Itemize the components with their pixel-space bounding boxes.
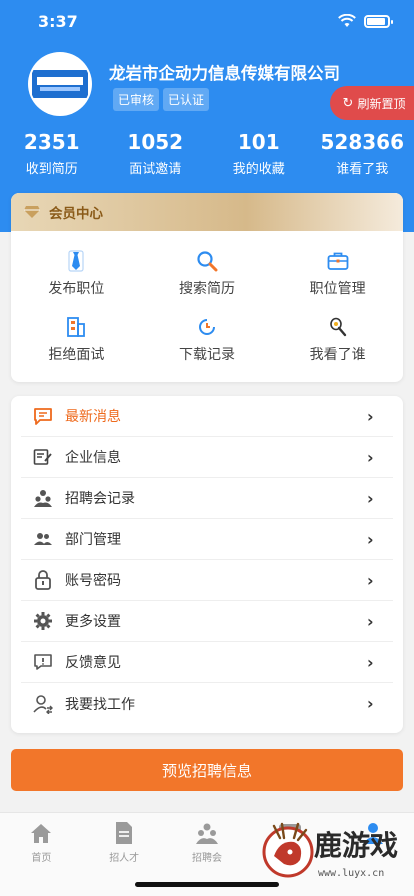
home-indicator bbox=[135, 882, 279, 887]
refresh-label: 刷新置顶 bbox=[357, 96, 406, 111]
badge-reviewed: 已审核 bbox=[113, 88, 160, 111]
member-center-header[interactable]: 会员中心 bbox=[11, 193, 403, 231]
users-icon bbox=[33, 529, 53, 549]
tie-icon bbox=[65, 250, 87, 272]
chevron-right-icon: › bbox=[367, 652, 374, 672]
stat-favorites[interactable]: 101 我的收藏 bbox=[207, 130, 311, 177]
stat-value: 2351 bbox=[23, 130, 80, 154]
group-icon bbox=[195, 821, 219, 845]
home-icon bbox=[29, 821, 53, 845]
chevron-right-icon: › bbox=[367, 488, 374, 508]
user-switch-icon bbox=[33, 694, 53, 714]
grid-item-search-resume[interactable]: 搜索简历 bbox=[142, 241, 273, 307]
building-icon bbox=[65, 316, 87, 338]
grid-label: 我看了谁 bbox=[309, 347, 366, 363]
company-name: 龙岩市企动力信息传媒有限公司 bbox=[109, 64, 340, 83]
menu-label: 我要找工作 bbox=[65, 696, 135, 713]
grid-item-who-i-viewed[interactable]: 我看了谁 bbox=[272, 307, 403, 373]
menu-item-latest-messages[interactable]: 最新消息 › bbox=[21, 396, 393, 437]
refresh-icon: ↻ bbox=[342, 95, 354, 111]
search-icon bbox=[196, 250, 218, 272]
stat-value: 528366 bbox=[320, 130, 405, 154]
document-icon bbox=[112, 821, 136, 845]
feedback-icon bbox=[33, 652, 53, 672]
logo-graphic bbox=[32, 70, 88, 98]
chat-icon bbox=[278, 821, 302, 845]
stat-resumes[interactable]: 2351 收到简历 bbox=[0, 130, 104, 177]
company-logo[interactable] bbox=[28, 52, 92, 116]
eye-icon bbox=[327, 316, 349, 338]
stat-label: 谁看了我 bbox=[336, 162, 389, 177]
menu-label: 部门管理 bbox=[65, 532, 121, 548]
stat-interviews[interactable]: 1052 面试邀请 bbox=[104, 130, 208, 177]
menu-item-company-info[interactable]: 企业信息 › bbox=[21, 437, 393, 478]
menu-item-job-fair-records[interactable]: 招聘会记录 › bbox=[21, 478, 393, 519]
refresh-top-button[interactable]: ↻ 刷新置顶 bbox=[330, 86, 414, 120]
tab-home[interactable]: 首页 bbox=[0, 813, 83, 896]
status-bar: 3:37 bbox=[0, 0, 414, 44]
badge-verified: 已认证 bbox=[163, 88, 210, 111]
stat-label: 面试邀请 bbox=[129, 162, 182, 177]
status-time: 3:37 bbox=[38, 12, 78, 31]
stats-row: 2351 收到简历 1052 面试邀请 101 我的收藏 528366 谁看了我 bbox=[0, 130, 414, 177]
user-icon bbox=[361, 821, 385, 845]
lock-icon bbox=[33, 570, 53, 590]
chevron-right-icon: › bbox=[367, 406, 374, 426]
stat-value: 1052 bbox=[127, 130, 184, 154]
company-badges: 已审核 已认证 bbox=[113, 88, 210, 111]
message-icon bbox=[33, 406, 53, 426]
stat-viewers[interactable]: 528366 谁看了我 bbox=[311, 130, 414, 177]
wifi-icon bbox=[338, 14, 356, 27]
menu-label: 账号密码 bbox=[65, 573, 121, 589]
member-center-title: 会员中心 bbox=[49, 206, 103, 222]
menu-label: 招聘会记录 bbox=[65, 491, 135, 507]
grid-item-post-job[interactable]: 发布职位 bbox=[11, 241, 142, 307]
battery-icon bbox=[364, 14, 393, 28]
menu-label: 最新消息 bbox=[65, 409, 121, 425]
grid-label: 拒绝面试 bbox=[48, 347, 105, 363]
chevron-right-icon: › bbox=[367, 447, 374, 467]
grid-label: 发布职位 bbox=[48, 281, 105, 297]
chevron-right-icon: › bbox=[367, 570, 374, 590]
briefcase-icon bbox=[327, 250, 349, 272]
chevron-right-icon: › bbox=[367, 611, 374, 631]
grid-label: 下载记录 bbox=[178, 347, 235, 363]
grid-item-job-manage[interactable]: 职位管理 bbox=[272, 241, 403, 307]
menu-item-more-settings[interactable]: 更多设置 › bbox=[21, 601, 393, 642]
tab-label: 招人才 bbox=[109, 853, 140, 864]
menu-label: 更多设置 bbox=[65, 614, 121, 630]
tab-mine[interactable] bbox=[331, 813, 414, 896]
stat-label: 我的收藏 bbox=[232, 162, 285, 177]
chevron-right-icon: › bbox=[367, 529, 374, 549]
grid-label: 职位管理 bbox=[309, 281, 366, 297]
grid-label: 搜索简历 bbox=[178, 281, 235, 297]
menu-item-feedback[interactable]: 反馈意见 › bbox=[21, 642, 393, 683]
diamond-icon bbox=[24, 206, 40, 218]
preview-recruitment-button[interactable]: 预览招聘信息 bbox=[11, 749, 403, 791]
status-icons bbox=[338, 14, 393, 28]
menu-card: 最新消息 › 企业信息 › 招聘会记录 › 部门管理 › 账号密码 › 更多设置 bbox=[11, 396, 403, 733]
gear-icon bbox=[33, 611, 53, 631]
stat-value: 101 bbox=[237, 130, 280, 154]
menu-item-account-password[interactable]: 账号密码 › bbox=[21, 560, 393, 601]
member-grid: 发布职位 搜索简历 职位管理 拒绝面试 下载记录 我看了谁 bbox=[11, 241, 403, 373]
grid-item-download-record[interactable]: 下载记录 bbox=[142, 307, 273, 373]
stat-label: 收到简历 bbox=[25, 162, 78, 177]
tab-label: 首页 bbox=[31, 853, 52, 864]
grid-item-reject-interview[interactable]: 拒绝面试 bbox=[11, 307, 142, 373]
chevron-right-icon: › bbox=[367, 694, 374, 713]
menu-item-department[interactable]: 部门管理 › bbox=[21, 519, 393, 560]
menu-label: 企业信息 bbox=[65, 450, 121, 466]
menu-label: 反馈意见 bbox=[65, 655, 121, 671]
clock-icon bbox=[196, 316, 218, 338]
edit-doc-icon bbox=[33, 447, 53, 467]
member-center-card: 会员中心 发布职位 搜索简历 职位管理 拒绝面试 下载记录 我看了谁 bbox=[11, 193, 403, 382]
menu-item-find-job[interactable]: 我要找工作 › bbox=[21, 683, 393, 724]
tab-label: 招聘会 bbox=[191, 853, 222, 864]
group-icon bbox=[33, 488, 53, 508]
